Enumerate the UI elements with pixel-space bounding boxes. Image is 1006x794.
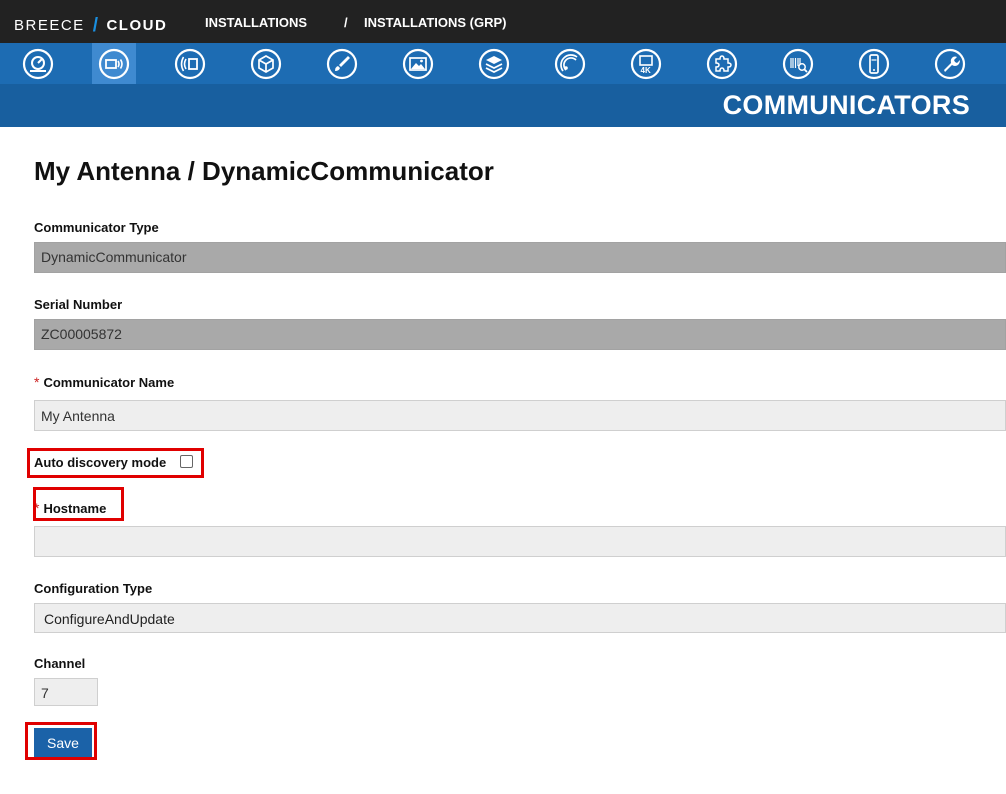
mobile-device-icon (858, 48, 890, 79)
section-header: COMMUNICATORS (0, 84, 1006, 127)
auto-discovery-checkbox[interactable] (180, 455, 193, 468)
communicator-name-input[interactable] (34, 400, 1006, 431)
communicators-icon (98, 48, 130, 79)
brand-name-right: CLOUD (106, 17, 168, 34)
nav-signal[interactable] (168, 43, 212, 84)
configuration-type-select[interactable]: ConfigureAndUpdate (34, 603, 1006, 633)
brush-icon (326, 48, 358, 79)
channel-field[interactable]: 7 (34, 678, 98, 706)
breadcrumb-installations-grp[interactable]: INSTALLATIONS (GRP) (364, 15, 507, 30)
serial-number-label: Serial Number (34, 297, 123, 312)
nav-layers[interactable] (472, 43, 516, 84)
wrench-icon (934, 48, 966, 79)
nav-communicators[interactable] (92, 43, 136, 84)
channel-label: Channel (34, 656, 86, 671)
save-button[interactable]: Save (34, 728, 92, 757)
layers-icon (478, 48, 510, 79)
nav-box[interactable] (244, 43, 288, 84)
brand-logo[interactable]: BREECE / CLOUD (14, 14, 167, 36)
radar-icon (554, 48, 586, 79)
section-title: COMMUNICATORS (722, 90, 970, 120)
breadcrumb-installations[interactable]: INSTALLATIONS (205, 15, 307, 30)
nav-barcode-search[interactable] (776, 43, 820, 84)
signal-icon (174, 48, 206, 79)
serial-number-field: ZC00005872 (34, 319, 1006, 350)
communicator-type-label: Communicator Type (34, 220, 159, 235)
required-marker: * (34, 500, 40, 516)
hostname-label-text: Hostname (43, 501, 107, 516)
hostname-input[interactable] (34, 526, 1006, 557)
communicator-name-label: * Communicator Name (34, 374, 174, 390)
dashboard-icon (22, 48, 54, 79)
required-marker: * (34, 374, 40, 390)
display-4k-icon: 4K (630, 48, 662, 79)
svg-text:4K: 4K (641, 66, 651, 75)
nav-puzzle[interactable] (700, 43, 744, 84)
box-icon (250, 48, 282, 79)
icon-nav-bar: 4K (0, 43, 1006, 84)
nav-display-4k[interactable]: 4K (624, 43, 668, 84)
image-icon (402, 48, 434, 79)
communicator-name-label-text: Communicator Name (43, 375, 175, 390)
nav-wrench[interactable] (928, 43, 972, 84)
nav-radar[interactable] (548, 43, 592, 84)
nav-image[interactable] (396, 43, 440, 84)
top-bar: BREECE / CLOUD INSTALLATIONS / INSTALLATIO… (0, 0, 1006, 43)
nav-brush[interactable] (320, 43, 364, 84)
hostname-label: * Hostname (34, 500, 106, 516)
nav-dashboard[interactable] (16, 43, 60, 84)
configuration-type-label: Configuration Type (34, 581, 153, 596)
nav-mobile-device[interactable] (852, 43, 896, 84)
auto-discovery-label: Auto discovery mode (34, 455, 167, 470)
breadcrumb-separator: / (344, 15, 348, 30)
brand-slash: / (92, 15, 100, 36)
brand-name-left: BREECE (14, 17, 85, 34)
puzzle-icon (706, 48, 738, 79)
barcode-search-icon (782, 48, 814, 79)
page-title: My Antenna / DynamicCommunicator (34, 156, 494, 186)
communicator-type-field: DynamicCommunicator (34, 242, 1006, 273)
